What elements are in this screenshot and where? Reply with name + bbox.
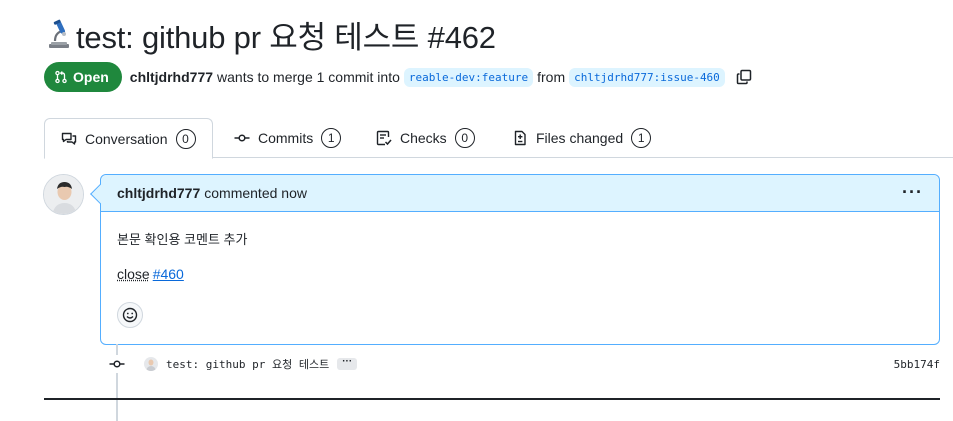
pr-title-row: test: github pr 요청 테스트 #462: [46, 14, 496, 55]
comment-author-link[interactable]: chltjdrhd777: [117, 185, 200, 201]
tab-commits-count: 1: [321, 128, 342, 148]
git-commit-icon: [108, 355, 126, 373]
pr-meta: Open chltjdrhd777 wants to merge 1 commi…: [44, 62, 753, 92]
pr-title: test: github pr 요청 테스트 #462: [76, 19, 496, 55]
checklist-icon: [376, 130, 392, 146]
comment-text: 본문 확인용 코멘트 추가: [117, 232, 248, 247]
pr-state-badge: Open: [44, 62, 122, 92]
tab-checks-label: Checks: [400, 130, 447, 146]
git-pull-request-icon: [55, 70, 67, 84]
base-branch[interactable]: reable-dev:feature: [403, 67, 534, 87]
tab-files-changed-count: 1: [631, 128, 652, 148]
tab-checks-count: 0: [454, 128, 475, 148]
commit-author-avatar[interactable]: [144, 357, 158, 371]
microscope-icon: [49, 19, 69, 48]
file-diff-icon: [514, 130, 526, 146]
tab-files-changed-label: Files changed: [536, 130, 624, 146]
tab-conversation-label: Conversation: [85, 130, 168, 147]
close-keyword[interactable]: close: [117, 266, 150, 282]
tab-conversation[interactable]: Conversation 0: [44, 118, 213, 159]
tab-checks[interactable]: Checks 0: [360, 118, 491, 158]
from-text: from: [537, 69, 566, 85]
comment-header: chltjdrhd777 commented now ···: [101, 175, 939, 212]
commit-sha[interactable]: 5bb174f: [894, 358, 940, 371]
timeline-divider: [44, 398, 940, 400]
tab-commits[interactable]: Commits 1: [218, 118, 357, 158]
comment-box: chltjdrhd777 commented now ··· 본문 확인용 코멘…: [90, 174, 940, 345]
pr-state-label: Open: [73, 69, 109, 85]
comment-close-line: close #460: [117, 266, 923, 282]
pr-tabs: Conversation 0 Commits 1 Checks 0 Files …: [44, 118, 953, 159]
comment-menu-button[interactable]: ···: [902, 183, 923, 201]
issue-link[interactable]: #460: [153, 266, 184, 282]
smiley-icon: [122, 307, 138, 323]
comment-timestamp[interactable]: commented now: [204, 185, 307, 201]
add-reaction-button[interactable]: [117, 302, 143, 328]
cut-off-content: [96, 414, 696, 421]
copy-icon[interactable]: [735, 68, 753, 86]
tab-conversation-count: 0: [175, 128, 196, 149]
commit-row: test: github pr 요청 테스트 ··· 5bb174f: [108, 354, 940, 374]
head-branch[interactable]: chltjdrhd777:issue-460: [569, 67, 725, 87]
merge-text: wants to merge 1 commit into: [217, 69, 400, 85]
comment-discussion-icon: [61, 132, 77, 145]
git-commit-icon: [234, 134, 250, 142]
commit-expand-button[interactable]: ···: [337, 357, 358, 370]
commit-message[interactable]: test: github pr 요청 테스트: [166, 356, 329, 372]
comment-body: 본문 확인용 코멘트 추가 close #460: [101, 212, 939, 282]
pr-author-link[interactable]: chltjdrhd777: [130, 69, 213, 85]
tab-commits-label: Commits: [258, 130, 314, 146]
avatar[interactable]: [43, 174, 84, 215]
tab-files-changed[interactable]: Files changed 1: [496, 118, 667, 158]
